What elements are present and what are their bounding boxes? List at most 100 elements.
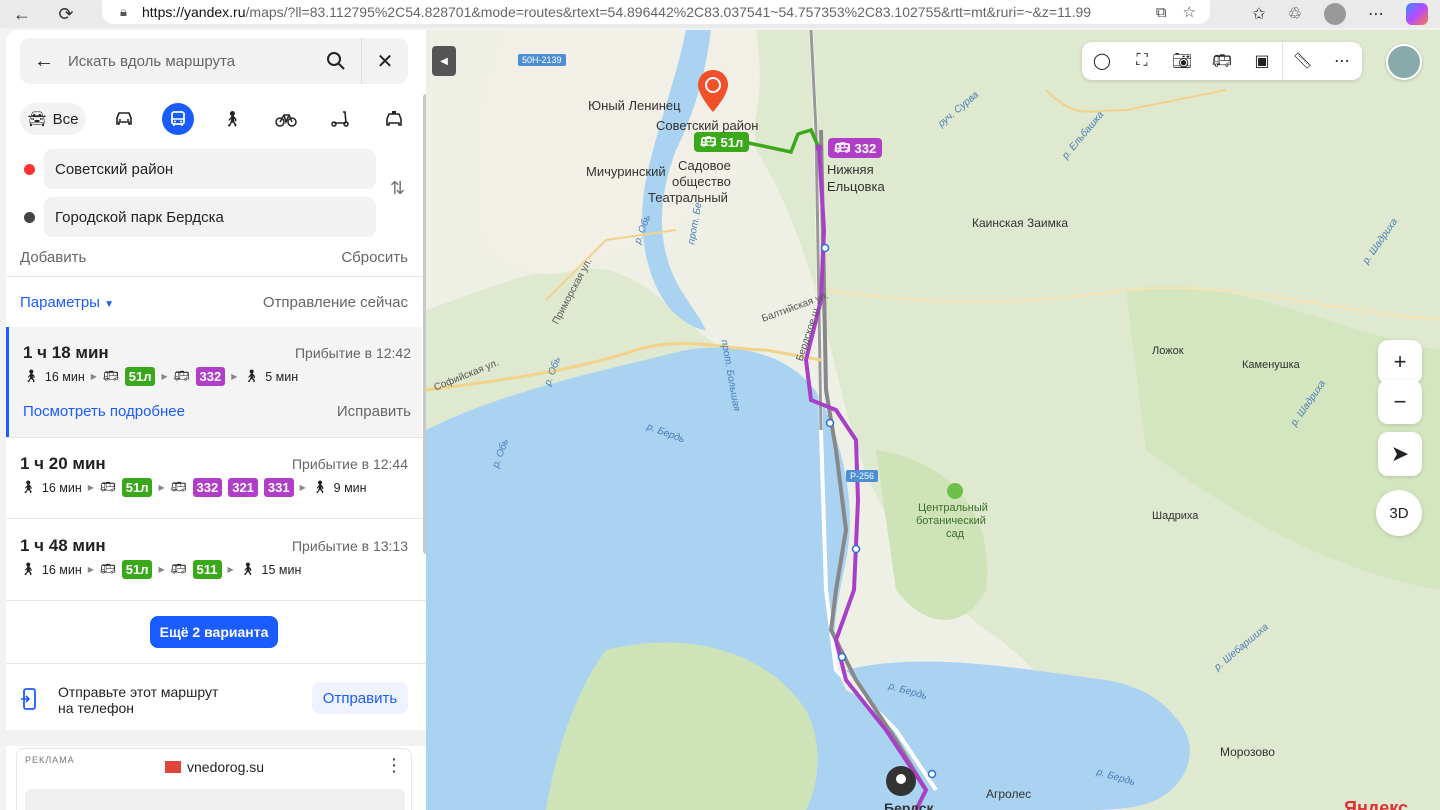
mode-bike-icon[interactable] bbox=[270, 103, 302, 135]
swap-points-icon[interactable]: ⇅ bbox=[390, 178, 405, 199]
divider bbox=[6, 276, 426, 277]
line-badge: 51л bbox=[124, 367, 156, 386]
map-layer-thumbnail[interactable] bbox=[1386, 44, 1422, 80]
map-label: ботанический bbox=[916, 515, 986, 527]
map-label: Садовое bbox=[678, 158, 731, 173]
address-bar[interactable]: 🔒︎ https://yandex.ru/maps/?ll=83.112795%… bbox=[102, 0, 1210, 24]
car-bus-icon: 🚘︎ bbox=[27, 111, 47, 128]
extensions-icon[interactable]: ♲ bbox=[1288, 4, 1302, 24]
back-arrow-icon[interactable]: ← bbox=[0, 0, 44, 28]
location-arrow-icon: ➤ bbox=[1390, 441, 1410, 466]
ad-block[interactable]: РЕКЛАМА vnedorog.su ⋮ bbox=[16, 748, 412, 810]
zoom-out-button[interactable]: − bbox=[1378, 380, 1422, 424]
ad-image[interactable] bbox=[25, 789, 405, 810]
line-badge: 51л bbox=[121, 478, 153, 497]
road-badge: Р-256 bbox=[846, 470, 879, 482]
lock-icon: 🔒︎ bbox=[120, 4, 127, 19]
transit-layer-icon[interactable]: 🚌︎ bbox=[1202, 42, 1242, 80]
params-label: Параметры bbox=[20, 294, 100, 311]
zoom-in-button[interactable]: + bbox=[1378, 340, 1422, 384]
map-label: Советский район bbox=[656, 118, 759, 133]
ad-menu-icon[interactable]: ⋮ bbox=[385, 755, 403, 776]
mode-taxi-icon[interactable] bbox=[378, 103, 410, 135]
route-fix-link[interactable]: Исправить bbox=[337, 403, 411, 420]
map-label: Агролес bbox=[986, 787, 1032, 801]
origin-field[interactable]: Советский район bbox=[44, 149, 376, 189]
send-button[interactable]: Отправить bbox=[312, 682, 408, 714]
map-label: Центральный bbox=[918, 502, 988, 514]
map-canvas[interactable]: 🚌︎ 51л 🚌︎ 332 Советский район Юный Ленинец… bbox=[426, 30, 1440, 810]
copilot-icon[interactable] bbox=[1406, 3, 1428, 25]
bus-icon: 🚌︎ bbox=[170, 562, 187, 576]
route-search-bar[interactable]: ← Искать вдоль маршрута ✕ bbox=[20, 38, 408, 84]
route-duration: 1 ч 20 мин bbox=[20, 454, 106, 473]
reload-icon[interactable]: ⟳ bbox=[44, 0, 88, 28]
favorites-icon[interactable]: ✩ bbox=[1252, 4, 1265, 24]
chevron-right-icon: ▶ bbox=[227, 565, 234, 574]
panorama-icon[interactable]: ⛶ bbox=[1122, 42, 1162, 80]
route-arrival: Прибытие в 12:44 bbox=[291, 456, 408, 472]
map-label: Мичуринский bbox=[586, 164, 666, 179]
departure-time-link[interactable]: Отправление сейчас bbox=[263, 294, 408, 311]
favorite-star-icon[interactable]: ☆ bbox=[1183, 3, 1196, 21]
ad-site[interactable]: vnedorog.su bbox=[165, 759, 264, 775]
map-label: Нижняя bbox=[827, 162, 874, 177]
geolocation-button[interactable]: ➤ bbox=[1378, 432, 1422, 476]
mode-transit-icon[interactable] bbox=[162, 103, 194, 135]
chevron-right-icon: ▶ bbox=[87, 565, 94, 574]
line-badge: 331 bbox=[263, 478, 294, 497]
walk-icon: 🚶︎ bbox=[311, 480, 328, 494]
destination-field[interactable]: Городской парк Бердска bbox=[44, 197, 376, 237]
route-option-2[interactable]: 1 ч 20 мин Прибытие в 12:44 🚶︎ 16 мин ▶ 🚌… bbox=[6, 438, 422, 518]
map-label: Театральный bbox=[648, 190, 728, 205]
mode-all-button[interactable]: 🚘︎ Все bbox=[20, 103, 86, 135]
camera-icon[interactable]: 📷︎ bbox=[1162, 42, 1202, 80]
route-sidebar: ← Искать вдоль маршрута ✕ 🚘︎ Все 🚶︎ Сове… bbox=[6, 30, 426, 810]
caret-down-icon: ▼ bbox=[104, 299, 115, 310]
walk-icon: 🚶︎ bbox=[23, 369, 39, 383]
route-search-input[interactable]: Искать вдоль маршрута bbox=[68, 53, 310, 70]
line-51l-tag[interactable]: 🚌︎ 51л bbox=[694, 132, 750, 152]
3d-view-button[interactable]: 3D bbox=[1376, 490, 1422, 536]
line-badge: 332 bbox=[192, 478, 223, 497]
route-option-1[interactable]: 1 ч 18 мин Прибытие в 12:42 🚶︎ 16 мин ▶ 🚌… bbox=[6, 327, 422, 437]
mode-car-icon[interactable] bbox=[108, 103, 140, 135]
add-point-link[interactable]: Добавить bbox=[20, 249, 86, 266]
line-badge: 321 bbox=[228, 478, 258, 497]
bus-icon: 🚌︎ bbox=[834, 140, 851, 155]
walk-icon: 🚶︎ bbox=[20, 480, 36, 494]
split-screen-icon[interactable]: ⧉ bbox=[1156, 4, 1167, 21]
map-label: Ельцовка bbox=[827, 179, 885, 194]
more-tools-icon[interactable]: ⋯ bbox=[1322, 42, 1362, 80]
params-dropdown[interactable]: Параметры ▼ bbox=[20, 294, 114, 311]
destination-dot-icon bbox=[24, 212, 35, 223]
layers-icon[interactable]: ▣ bbox=[1242, 42, 1282, 80]
line-332-tag[interactable]: 🚌︎ 332 bbox=[828, 138, 883, 158]
collapse-sidebar-button[interactable]: ◀ bbox=[432, 46, 456, 76]
mode-walk-icon[interactable]: 🚶︎ bbox=[216, 103, 248, 135]
more-variants-button[interactable]: Ещё 2 варианта bbox=[150, 616, 278, 648]
back-arrow-icon[interactable]: ← bbox=[20, 50, 68, 73]
profile-avatar[interactable] bbox=[1324, 3, 1346, 25]
ad-label: РЕКЛАМА bbox=[25, 755, 75, 765]
mode-scooter-icon[interactable] bbox=[324, 103, 356, 135]
map-label: Юный Ленинец bbox=[588, 98, 681, 113]
traffic-icon[interactable]: ◯ bbox=[1082, 42, 1122, 80]
close-icon[interactable]: ✕ bbox=[362, 49, 408, 74]
origin-dot-icon bbox=[24, 164, 35, 175]
walk-time: 5 мин bbox=[265, 369, 299, 384]
origin-pin-icon[interactable] bbox=[696, 68, 730, 114]
map-label: Каменушка bbox=[1242, 359, 1300, 371]
bus-icon: 🚌︎ bbox=[99, 480, 116, 494]
url-text: https://yandex.ru/maps/?ll=83.112795%2C5… bbox=[142, 4, 1092, 20]
route-duration: 1 ч 48 мин bbox=[20, 536, 106, 555]
route-details-link[interactable]: Посмотреть подробнее bbox=[23, 403, 185, 420]
chevron-right-icon: ▶ bbox=[161, 372, 168, 381]
more-menu-icon[interactable]: ⋯ bbox=[1368, 4, 1384, 24]
reset-link[interactable]: Сбросить bbox=[341, 249, 408, 266]
route-option-3[interactable]: 1 ч 48 мин Прибытие в 13:13 🚶︎ 16 мин ▶ 🚌… bbox=[6, 520, 422, 600]
search-icon[interactable] bbox=[310, 38, 362, 84]
ruler-icon[interactable]: 📏︎ bbox=[1282, 42, 1322, 80]
walk-time: 16 мин bbox=[44, 369, 85, 384]
walk-icon: 🚶︎ bbox=[239, 562, 256, 576]
